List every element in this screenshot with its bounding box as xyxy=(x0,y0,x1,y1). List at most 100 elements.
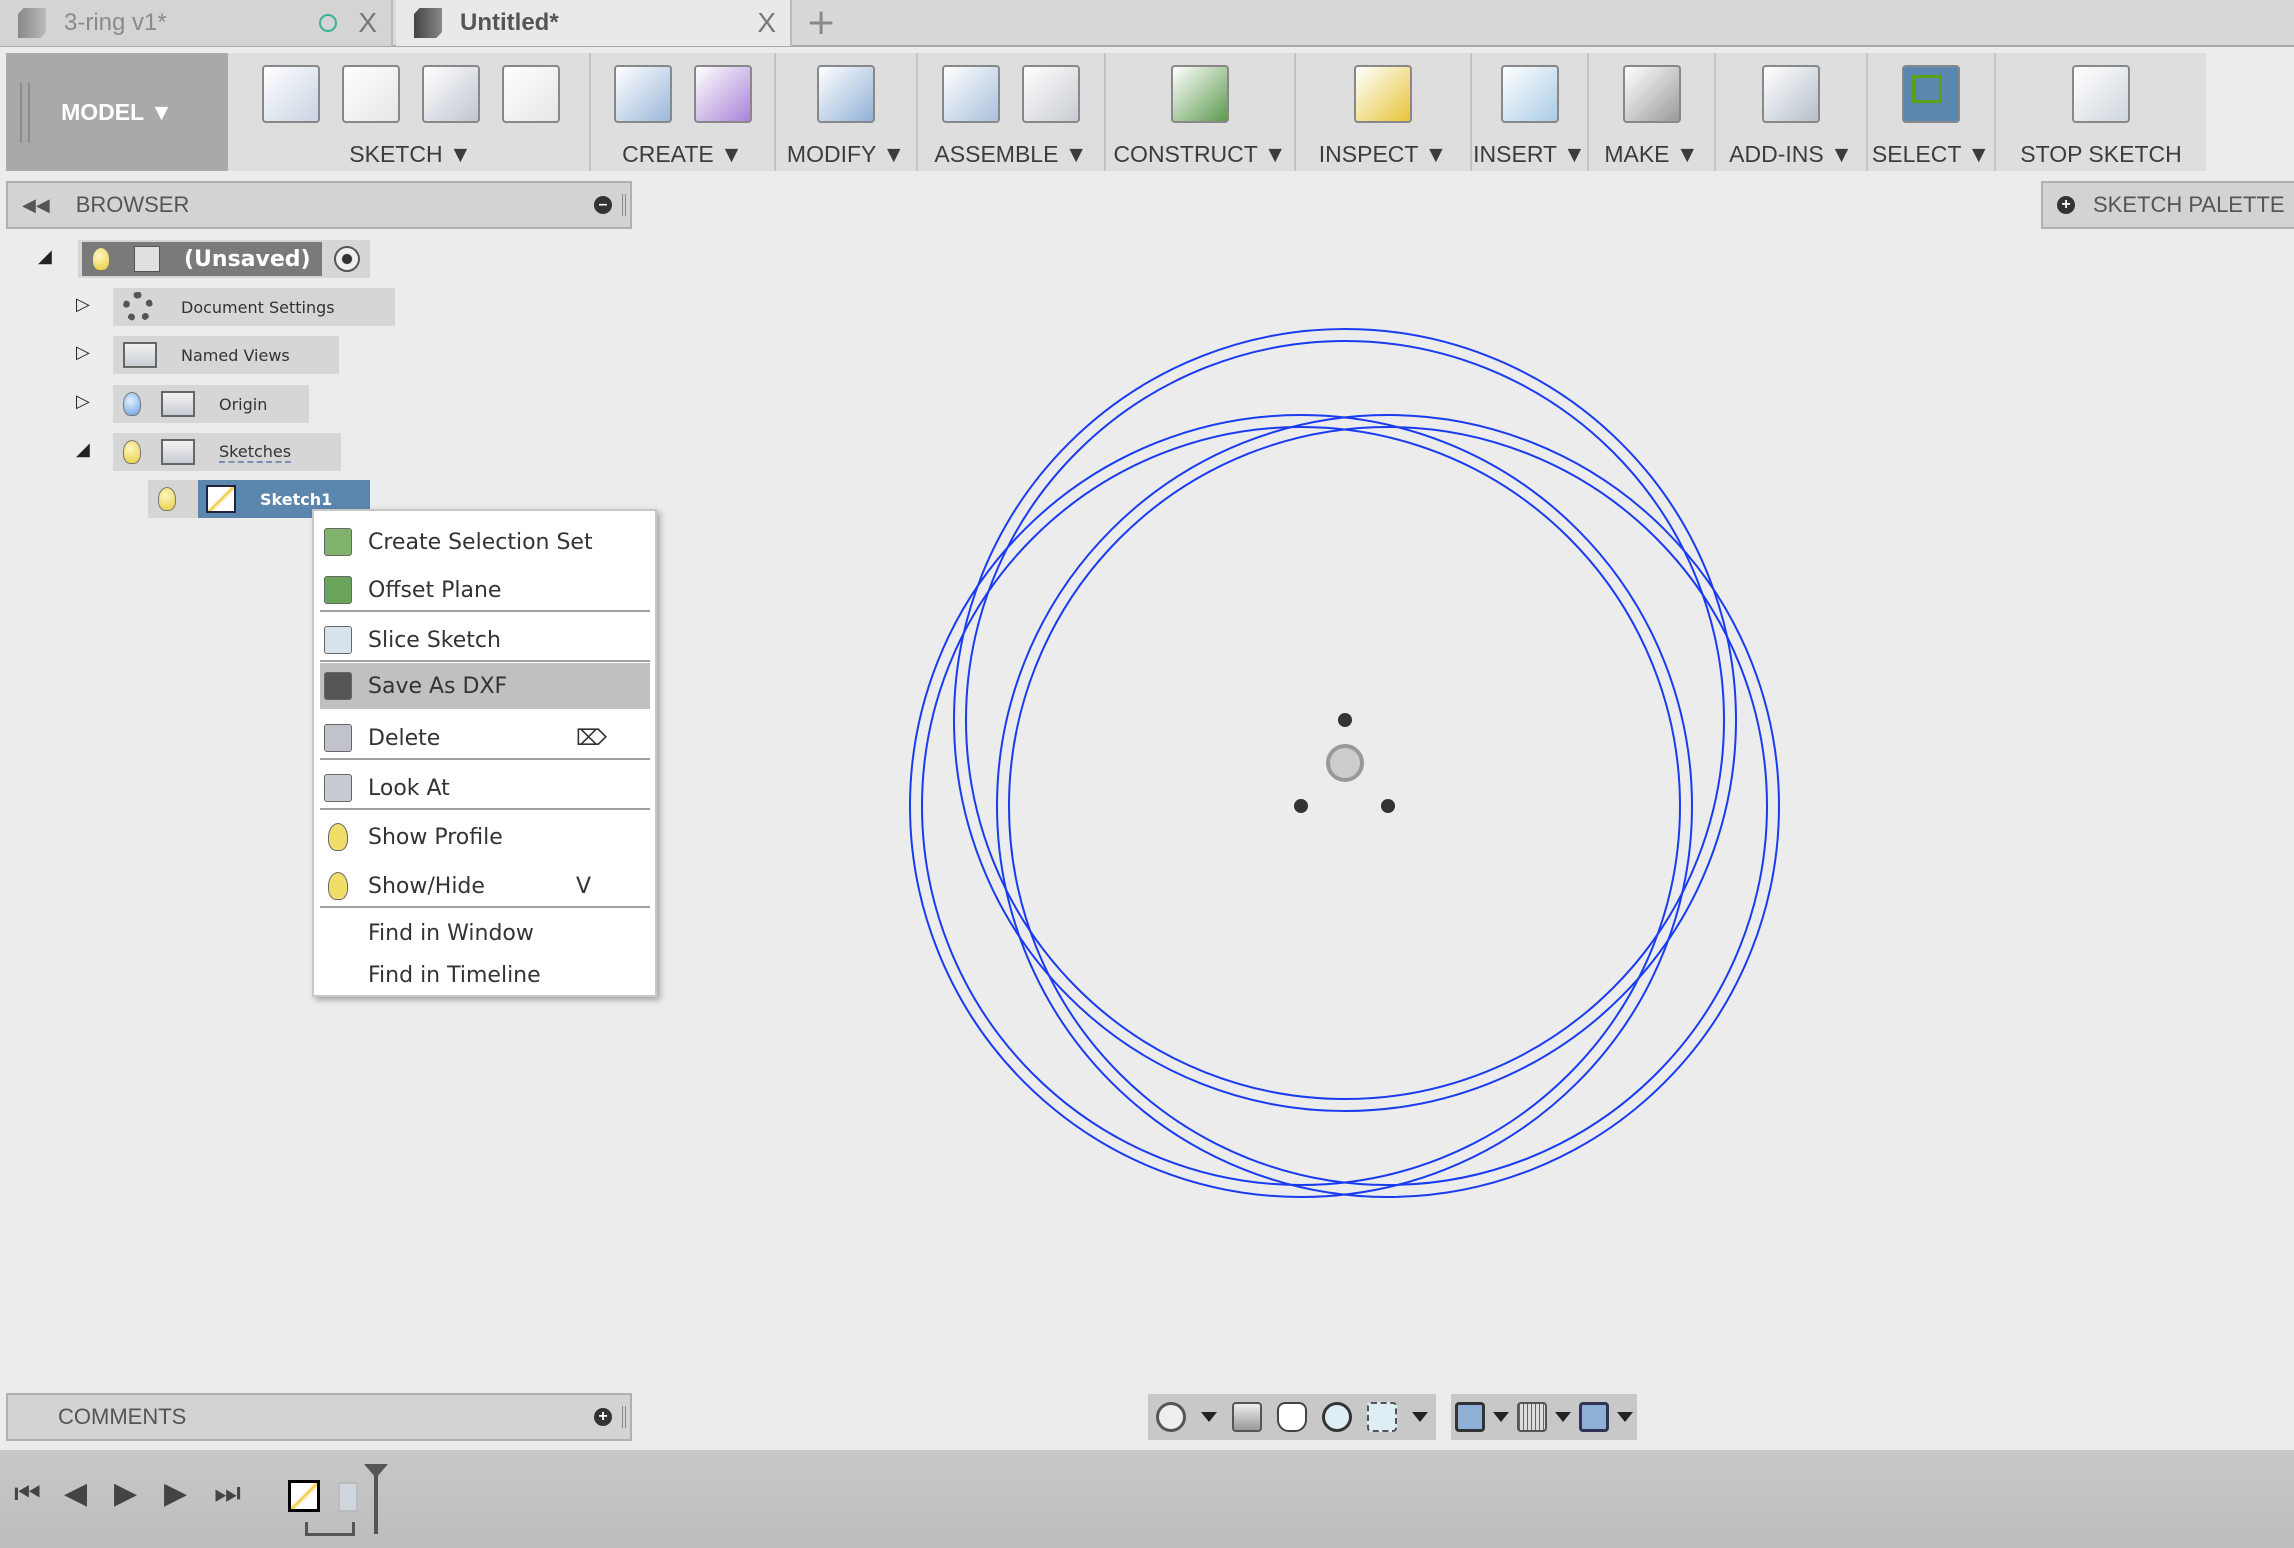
stop-sketch-icon[interactable] xyxy=(2072,65,2130,123)
sketch-palette-header[interactable]: + SKETCH PALETTE xyxy=(2041,181,2294,229)
menu-item-label: Create Selection Set xyxy=(368,529,593,555)
toolbar-group-label[interactable]: ADD-INS ▼ xyxy=(1716,141,1866,168)
menu-item-save-as-dxf[interactable]: Save As DXF xyxy=(320,663,650,709)
step-forward-button[interactable]: ▶ xyxy=(164,1476,187,1511)
toolbar-group-label[interactable]: MODIFY ▼ xyxy=(776,141,916,168)
menu-item-find-in-timeline[interactable]: Find in Timeline xyxy=(320,952,650,998)
menu-item-show-profile[interactable]: Show Profile xyxy=(320,814,650,860)
menu-item-delete[interactable]: Delete ⌦ xyxy=(320,715,650,761)
expand-triangle-icon[interactable]: ▷ xyxy=(76,342,90,363)
orbit-icon[interactable] xyxy=(1155,1402,1186,1432)
tree-item-document-settings[interactable]: Document Settings xyxy=(113,288,395,326)
menu-item-look-at[interactable]: Look At xyxy=(320,765,650,811)
orbit-dropdown-icon[interactable] xyxy=(1200,1412,1217,1422)
menu-item-offset-plane[interactable]: Offset Plane xyxy=(320,567,650,613)
visibility-bulb-icon[interactable] xyxy=(158,487,176,511)
menu-item-create-selection-set[interactable]: Create Selection Set xyxy=(320,519,650,565)
toolbar-group-label[interactable]: MAKE ▼ xyxy=(1589,141,1714,168)
insert-image-icon[interactable] xyxy=(1500,65,1559,123)
menu-item-show-hide[interactable]: Show/Hide V xyxy=(320,863,650,909)
menu-item-label: Delete xyxy=(368,725,441,751)
pan-hand-icon[interactable] xyxy=(1276,1402,1307,1432)
expand-panel-button[interactable]: + xyxy=(594,1408,612,1426)
center-point[interactable] xyxy=(1294,799,1308,813)
timeline-marker-handle[interactable] xyxy=(364,1464,388,1478)
menu-item-slice-sketch[interactable]: Slice Sketch xyxy=(320,617,650,663)
3d-print-icon[interactable] xyxy=(1622,65,1681,123)
spline-icon[interactable] xyxy=(501,65,560,123)
select-icon[interactable] xyxy=(1902,65,1960,123)
toolbar-group-label[interactable]: STOP SKETCH xyxy=(1996,141,2206,168)
scripts-addins-icon[interactable] xyxy=(1762,65,1820,123)
visibility-bulb-icon[interactable] xyxy=(123,440,141,464)
visibility-bulb-icon[interactable] xyxy=(123,392,141,416)
sketch-palette-title: SKETCH PALETTE xyxy=(2093,192,2285,217)
viewports-icon[interactable] xyxy=(1579,1402,1609,1432)
tab-3-ring[interactable]: 3-ring v1* X xyxy=(0,0,393,46)
toolbar-group-label[interactable]: SELECT ▼ xyxy=(1868,141,1994,168)
expand-triangle-icon[interactable]: ▷ xyxy=(76,391,90,412)
close-tab-button[interactable]: X xyxy=(757,7,776,39)
arc-icon[interactable] xyxy=(341,65,400,123)
toolbar-group-label[interactable]: CONSTRUCT ▼ xyxy=(1106,141,1294,168)
grid-dropdown-icon[interactable] xyxy=(1555,1412,1571,1422)
create-sketch-icon[interactable] xyxy=(261,65,320,123)
tree-item-sketches[interactable]: Sketches xyxy=(113,433,341,471)
toolbar-group-label[interactable]: CREATE ▼ xyxy=(591,141,774,168)
step-back-button[interactable]: ◀ xyxy=(64,1476,87,1511)
zoom-window-icon[interactable] xyxy=(1367,1402,1398,1432)
form-icon[interactable] xyxy=(693,65,752,123)
group-icons xyxy=(1996,65,2206,123)
toolbar-group-label[interactable]: SKETCH ▼ xyxy=(232,141,589,168)
go-to-start-button[interactable]: ⏮ xyxy=(14,1476,41,1511)
new-component-icon[interactable] xyxy=(942,65,1000,123)
toolbar-group-label[interactable]: ASSEMBLE ▼ xyxy=(918,141,1104,168)
tree-item-origin[interactable]: Origin xyxy=(113,385,309,423)
collapse-panel-icon[interactable]: ◀◀ xyxy=(22,195,50,216)
viewports-dropdown-icon[interactable] xyxy=(1617,1412,1633,1422)
rectangle-icon[interactable] xyxy=(421,65,480,123)
press-pull-icon[interactable] xyxy=(817,65,875,123)
center-point[interactable] xyxy=(1338,713,1352,727)
tree-item-root[interactable]: (Unsaved) xyxy=(78,240,370,278)
display-dropdown-icon[interactable] xyxy=(1493,1412,1509,1422)
visibility-bulb-icon[interactable] xyxy=(92,247,110,271)
toolbar-group-inspect: INSPECT ▼ xyxy=(1296,53,1472,171)
go-to-end-button[interactable]: ⏭ xyxy=(214,1476,241,1511)
group-icons xyxy=(776,65,916,123)
tab-untitled[interactable]: Untitled* X xyxy=(396,0,792,46)
tree-label: Named Views xyxy=(181,345,290,365)
panel-grip[interactable] xyxy=(622,1406,626,1428)
activate-radio-icon[interactable] xyxy=(334,246,360,272)
toolbar-group-label[interactable]: INSPECT ▼ xyxy=(1296,141,1470,168)
workspace-switcher[interactable]: MODEL ▼ xyxy=(6,53,228,171)
minimize-panel-button[interactable]: – xyxy=(594,196,612,214)
display-settings-icon[interactable] xyxy=(1455,1402,1485,1432)
extrude-icon[interactable] xyxy=(613,65,672,123)
play-button[interactable]: ▶ xyxy=(114,1476,137,1511)
toolbar-group-label[interactable]: INSERT ▼ xyxy=(1472,141,1587,168)
timeline-sketch-feature[interactable] xyxy=(288,1480,320,1512)
bulb-icon xyxy=(328,872,348,900)
zoom-dropdown-icon[interactable] xyxy=(1412,1412,1429,1422)
zoom-icon[interactable] xyxy=(1322,1402,1353,1432)
close-tab-button[interactable]: X xyxy=(358,7,377,39)
grid-icon[interactable] xyxy=(1517,1402,1547,1432)
collapse-triangle-icon[interactable]: ◢ xyxy=(76,439,90,460)
sketch-canvas[interactable] xyxy=(640,240,2040,1360)
look-at-icon[interactable] xyxy=(1231,1402,1262,1432)
new-tab-button[interactable]: + xyxy=(806,2,836,43)
collapse-triangle-icon[interactable]: ◢ xyxy=(38,246,52,267)
center-point[interactable] xyxy=(1381,799,1395,813)
joint-icon[interactable] xyxy=(1022,65,1080,123)
menu-item-find-in-window[interactable]: Find in Window xyxy=(320,910,650,956)
menu-separator xyxy=(320,906,650,908)
panel-grip[interactable] xyxy=(622,194,626,216)
tree-item-named-views[interactable]: Named Views xyxy=(113,336,339,374)
sketch1-visibility[interactable] xyxy=(148,480,198,518)
expand-triangle-icon[interactable]: ▷ xyxy=(76,294,90,315)
offset-plane-icon[interactable] xyxy=(1171,65,1229,123)
group-icons xyxy=(1868,65,1994,123)
measure-icon[interactable] xyxy=(1354,65,1412,123)
browser-title: BROWSER xyxy=(75,192,190,217)
